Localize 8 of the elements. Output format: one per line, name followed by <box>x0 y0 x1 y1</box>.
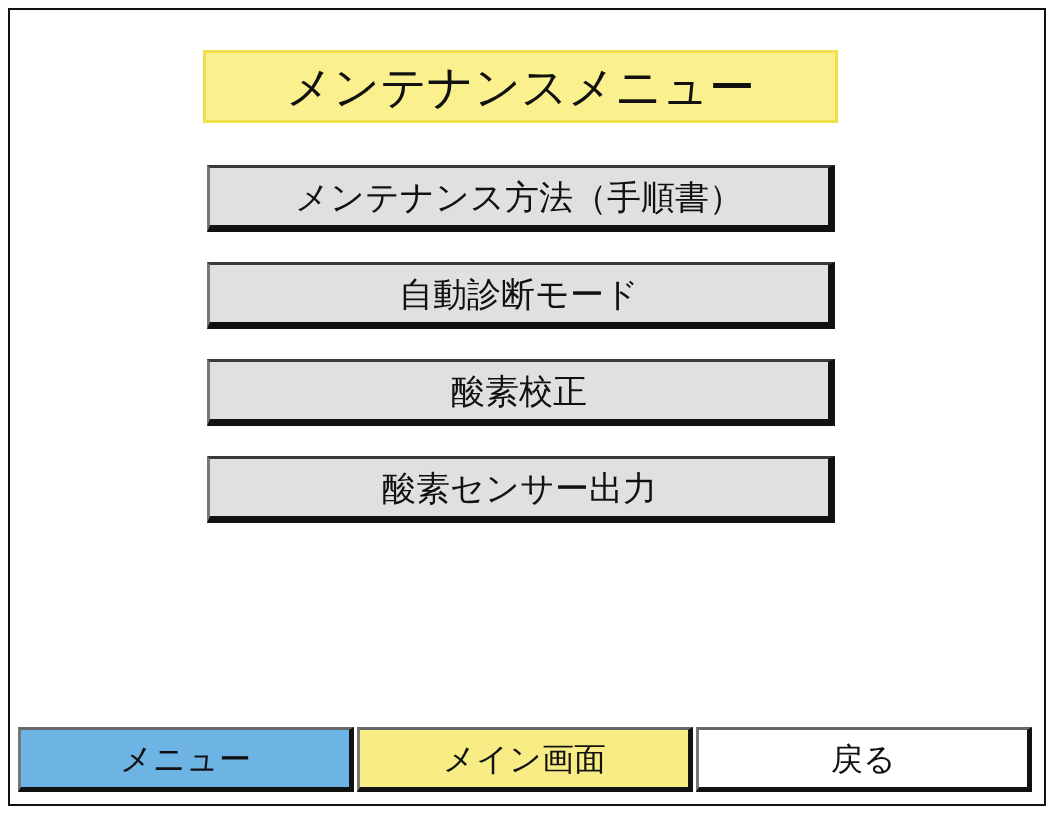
footer-button[interactable]: メイン画面 <box>357 727 693 792</box>
menu-button[interactable]: 自動診断モード <box>207 262 835 329</box>
menu-button[interactable]: 酸素校正 <box>207 359 835 426</box>
footer-button[interactable]: メニュー <box>18 727 354 792</box>
menu-button[interactable]: 酸素センサー出力 <box>207 456 835 523</box>
screen-title: メンテナンスメニュー <box>203 50 838 123</box>
menu-button[interactable]: メンテナンス方法（手順書） <box>207 165 835 232</box>
footer-button[interactable]: 戻る <box>696 727 1032 792</box>
